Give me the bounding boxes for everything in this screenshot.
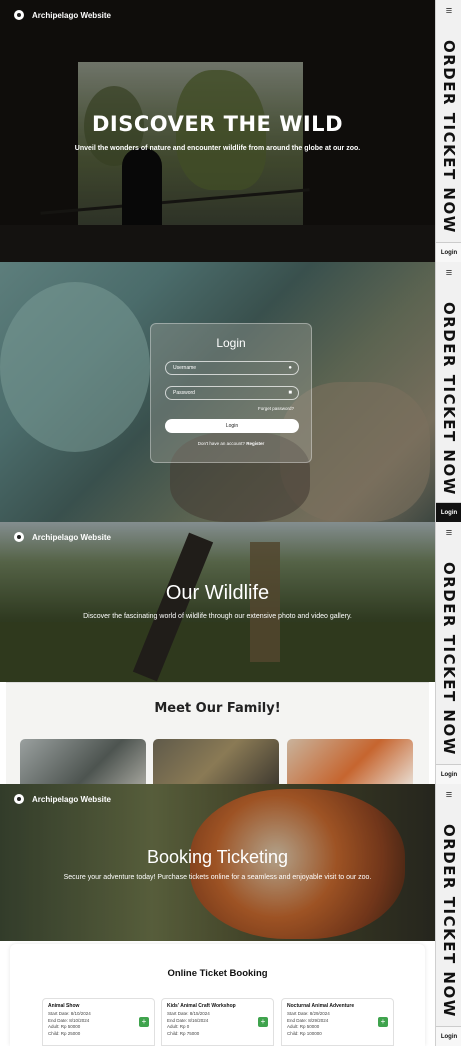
add-ticket-button[interactable]: + xyxy=(139,1017,149,1027)
ticket-sidebar: ≡ ORDER TICKET NOW Login xyxy=(435,784,461,1046)
ticket-name: Kids' Animal Craft Workshop xyxy=(167,1003,236,1009)
sidebar-login-button[interactable]: Login xyxy=(436,1026,461,1046)
paw-logo-icon xyxy=(14,794,24,804)
username-input[interactable]: Username ● xyxy=(165,361,299,375)
ticket-card: Kids' Animal Craft Workshop Start Date: … xyxy=(161,998,274,1046)
wildlife-title: Our Wildlife xyxy=(165,582,270,604)
site-brand[interactable]: Archipelago Website xyxy=(14,794,111,804)
register-prompt: Don't have an account? Register xyxy=(151,441,311,446)
animal-card-fox[interactable] xyxy=(287,739,413,784)
ticket-child-price: Child: Rp 75000 xyxy=(167,1030,200,1036)
sidebar-login-button[interactable]: Login xyxy=(436,502,461,522)
reef-rock xyxy=(0,282,150,452)
family-section-title: Meet Our Family! xyxy=(154,701,281,716)
home-screen: Archipelago Website DISCOVER THE WILD Un… xyxy=(0,0,461,262)
lock-icon: ■ xyxy=(288,390,292,396)
ticket-child-price: Child: Rp 25000 xyxy=(48,1030,81,1036)
password-input[interactable]: Password ■ xyxy=(165,386,299,400)
login-card: Login Username ● Password ■ Login Don't … xyxy=(150,323,312,463)
login-screen: Login Username ● Password ■ Login Don't … xyxy=(0,262,461,522)
booking-title: Booking Ticketing xyxy=(146,847,289,867)
sidebar-login-button[interactable]: Login xyxy=(436,242,461,262)
booking-main: Archipelago Website Booking Ticketing Se… xyxy=(0,784,435,1046)
wildlife-screen: Archipelago Website Our Wildlife Discove… xyxy=(0,522,461,784)
sidebar-login-button[interactable]: Login xyxy=(436,764,461,784)
ticket-name: Nocturnal Animal Adventure xyxy=(287,1003,355,1009)
order-ticket-button[interactable]: ORDER TICKET NOW xyxy=(440,562,458,756)
forgot-password-link[interactable]: Forget password? xyxy=(258,406,294,411)
ticket-child-price: Child: Rp 100000 xyxy=(287,1030,322,1036)
home-hero: Archipelago Website DISCOVER THE WILD Un… xyxy=(0,0,435,262)
order-ticket-button[interactable]: ORDER TICKET NOW xyxy=(440,302,458,496)
register-link[interactable]: Register xyxy=(246,441,264,446)
person-icon: ● xyxy=(288,365,292,371)
password-placeholder: Password xyxy=(173,390,195,396)
register-prompt-text: Don't have an account? xyxy=(197,441,245,446)
wildlife-main: Archipelago Website Our Wildlife Discove… xyxy=(0,522,435,784)
username-placeholder: Username xyxy=(173,365,197,371)
menu-icon[interactable]: ≡ xyxy=(436,790,461,801)
ticket-sidebar: ≡ ORDER TICKET NOW Login xyxy=(435,522,461,784)
ticket-booking-section: Online Ticket Booking Animal Show Start … xyxy=(10,944,425,1046)
menu-icon[interactable]: ≡ xyxy=(436,6,461,17)
hero-title: DISCOVER THE WILD xyxy=(92,112,343,136)
add-ticket-button[interactable]: + xyxy=(258,1017,268,1027)
brand-name: Archipelago Website xyxy=(32,794,111,804)
ticket-sidebar: ≡ ORDER TICKET NOW Login xyxy=(435,262,461,522)
site-brand[interactable]: Archipelago Website xyxy=(14,532,111,542)
login-main: Login Username ● Password ■ Login Don't … xyxy=(0,262,435,522)
ticket-name: Animal Show xyxy=(48,1003,80,1009)
menu-icon[interactable]: ≡ xyxy=(436,528,461,539)
ticket-booking-title: Online Ticket Booking xyxy=(167,968,268,979)
login-button[interactable]: Login xyxy=(165,419,299,433)
add-ticket-button[interactable]: + xyxy=(378,1017,388,1027)
ticket-sidebar: ≡ ORDER TICKET NOW Login xyxy=(435,0,461,262)
order-ticket-button[interactable]: ORDER TICKET NOW xyxy=(440,824,458,1018)
family-section: Meet Our Family! xyxy=(6,682,429,784)
animal-card-crocodile[interactable] xyxy=(20,739,146,784)
ticket-card: Nocturnal Animal Adventure Start Date: 8… xyxy=(281,998,394,1046)
paw-logo-icon xyxy=(14,10,24,20)
brand-name: Archipelago Website xyxy=(32,532,111,542)
animal-card-snake[interactable] xyxy=(153,739,279,784)
brand-name: Archipelago Website xyxy=(32,10,111,20)
menu-icon[interactable]: ≡ xyxy=(436,268,461,279)
wildlife-subtitle: Discover the fascinating world of wildli… xyxy=(83,613,352,620)
booking-subtitle: Secure your adventure today! Purchase ti… xyxy=(63,874,372,881)
hero-subtitle: Unveil the wonders of nature and encount… xyxy=(74,145,361,152)
site-brand[interactable]: Archipelago Website xyxy=(14,10,111,20)
paw-logo-icon xyxy=(14,532,24,542)
login-title: Login xyxy=(216,336,246,350)
ticket-card: Animal Show Start Date: 8/10/2024 End Da… xyxy=(42,998,155,1046)
booking-screen: Archipelago Website Booking Ticketing Se… xyxy=(0,784,461,1046)
order-ticket-button[interactable]: ORDER TICKET NOW xyxy=(440,40,458,234)
